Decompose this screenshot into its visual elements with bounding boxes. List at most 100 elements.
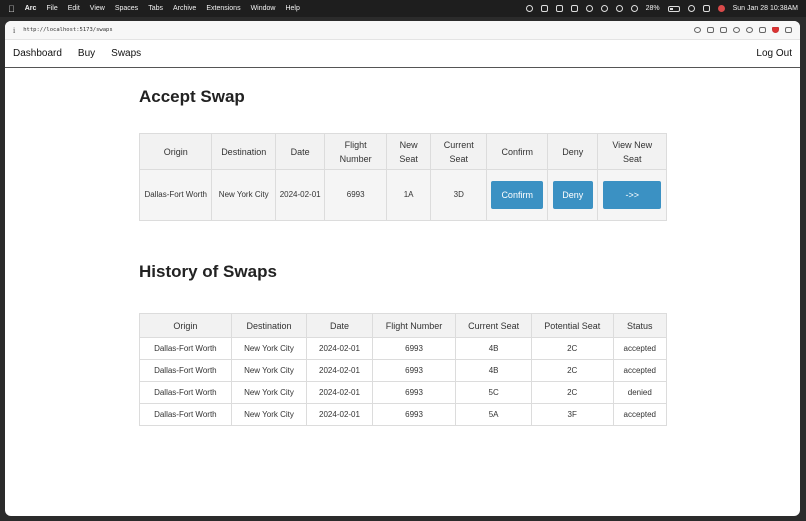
accept-swap-table: Origin Destination Date Flight Number Ne… <box>138 133 667 221</box>
menu-help[interactable]: Help <box>285 5 299 12</box>
split-view-icon[interactable] <box>785 27 792 33</box>
cell-deny: Deny <box>547 169 599 221</box>
target-icon[interactable] <box>746 27 753 33</box>
column-header: Origin <box>138 133 213 170</box>
column-header: Deny <box>547 133 599 170</box>
swap-history-table: Origin Destination Date Flight Number Cu… <box>139 313 668 426</box>
menu-edit[interactable]: Edit <box>68 5 80 12</box>
menu-tabs[interactable]: Tabs <box>148 5 163 12</box>
info-icon[interactable]: i <box>13 26 15 35</box>
cell-date: 2024-02-01 <box>306 337 373 360</box>
cell-origin: Dallas-Fort Worth <box>139 337 232 360</box>
cell-destination: New York City <box>230 403 308 426</box>
cell-potential-seat: 2C <box>530 337 614 360</box>
nav-dashboard-link[interactable]: Dashboard <box>13 48 62 59</box>
table-row: Dallas-Fort Worth New York City 2024-02-… <box>139 337 668 360</box>
cell-current-seat: 3D <box>430 169 488 221</box>
column-header: Status <box>612 313 668 338</box>
wifi-icon[interactable] <box>687 5 695 12</box>
column-header: Potential Seat <box>530 313 614 338</box>
cell-date: 2024-02-01 <box>306 359 373 382</box>
deny-button[interactable]: Deny <box>552 181 593 209</box>
cell-origin: Dallas-Fort Worth <box>139 403 232 426</box>
link-icon[interactable] <box>694 27 701 33</box>
column-header: Date <box>306 313 373 338</box>
cell-origin: Dallas-Fort Worth <box>138 169 213 221</box>
bluetooth-icon[interactable] <box>585 5 593 12</box>
cell-new-seat: 1A <box>385 169 432 221</box>
macos-menubar:  Arc File Edit View Spaces Tabs Archive… <box>0 0 806 17</box>
nav-buy-link[interactable]: Buy <box>78 48 95 59</box>
confirm-button[interactable]: Confirm <box>491 181 544 209</box>
cell-current-seat: 5A <box>455 403 532 426</box>
browser-window: i http://localhost:5173/swaps Dashboard … <box>5 21 800 516</box>
table-row: Dallas-Fort Worth New York City 2024-02-… <box>139 403 668 426</box>
cell-current-seat: 5C <box>455 381 532 404</box>
cell-potential-seat: 3F <box>530 403 614 426</box>
menu-view[interactable]: View <box>90 5 105 12</box>
column-header: Current Seat <box>430 133 488 170</box>
column-header: Confirm <box>486 133 549 170</box>
history-title: History of Swaps <box>139 262 277 281</box>
table-row: Dallas-Fort Worth New York City 2024-02-… <box>138 169 667 221</box>
code-icon[interactable] <box>759 27 766 33</box>
play-icon[interactable] <box>615 5 623 12</box>
sidebar-toggle-icon[interactable] <box>720 27 727 33</box>
cell-origin: Dallas-Fort Worth <box>139 359 232 382</box>
status-tray: 28% Sun Jan 28 10:38AM <box>525 5 798 12</box>
extension-icon[interactable] <box>733 27 740 33</box>
column-header: Destination <box>230 313 308 338</box>
apple-icon[interactable]:  <box>8 4 15 14</box>
menu-archive[interactable]: Archive <box>173 5 196 12</box>
cell-potential-seat: 2C <box>530 359 614 382</box>
menu-app-name[interactable]: Arc <box>25 5 37 12</box>
cell-status: denied <box>612 381 668 404</box>
table-header-row: Origin Destination Date Flight Number Cu… <box>139 313 668 338</box>
cell-flight-number: 6993 <box>371 337 457 360</box>
status-app-icon[interactable] <box>525 5 533 12</box>
cell-flight-number: 6993 <box>371 381 457 404</box>
cell-confirm: Confirm <box>486 169 549 221</box>
url-text[interactable]: http://localhost:5173/swaps <box>23 27 112 33</box>
chat-icon[interactable] <box>555 5 563 12</box>
cell-destination: New York City <box>230 359 308 382</box>
column-header: New Seat <box>385 133 432 170</box>
shield-icon[interactable] <box>772 27 779 33</box>
view-new-seat-button[interactable]: ->> <box>603 181 662 209</box>
grid-icon[interactable] <box>570 5 578 12</box>
url-bar: i http://localhost:5173/swaps <box>5 21 800 40</box>
app-navbar: Dashboard Buy Swaps Log Out <box>5 40 800 68</box>
camera-icon[interactable] <box>707 27 714 33</box>
cell-current-seat: 4B <box>455 359 532 382</box>
logout-link[interactable]: Log Out <box>756 48 792 59</box>
menu-file[interactable]: File <box>46 5 57 12</box>
column-header: View New Seat <box>597 133 667 170</box>
table-row: Dallas-Fort Worth New York City 2024-02-… <box>139 381 668 404</box>
clock-icon[interactable] <box>600 5 608 12</box>
cell-flight-number: 6993 <box>324 169 387 221</box>
cell-status: accepted <box>612 337 668 360</box>
column-header: Flight Number <box>371 313 457 338</box>
nav-swaps-link[interactable]: Swaps <box>111 48 141 59</box>
cell-potential-seat: 2C <box>530 381 614 404</box>
browser-tools <box>694 27 792 33</box>
cell-origin: Dallas-Fort Worth <box>139 381 232 404</box>
diamond-icon[interactable] <box>540 5 548 12</box>
cell-current-seat: 4B <box>455 337 532 360</box>
battery-icon[interactable] <box>667 5 680 12</box>
cell-flight-number: 6993 <box>371 403 457 426</box>
accept-swap-title: Accept Swap <box>139 87 245 106</box>
column-header: Origin <box>139 313 232 338</box>
control-center-icon[interactable] <box>702 5 710 12</box>
menu-window[interactable]: Window <box>251 5 276 12</box>
user-icon[interactable] <box>630 5 638 12</box>
table-header-row: Origin Destination Date Flight Number Ne… <box>138 133 667 170</box>
cell-status: accepted <box>612 359 668 382</box>
menu-spaces[interactable]: Spaces <box>115 5 138 12</box>
siri-icon[interactable] <box>717 5 725 12</box>
menu-extensions[interactable]: Extensions <box>206 5 240 12</box>
column-header: Current Seat <box>455 313 532 338</box>
cell-date: 2024-02-01 <box>306 381 373 404</box>
cell-view-new-seat: ->> <box>597 169 667 221</box>
menubar-datetime[interactable]: Sun Jan 28 10:38AM <box>733 5 798 12</box>
